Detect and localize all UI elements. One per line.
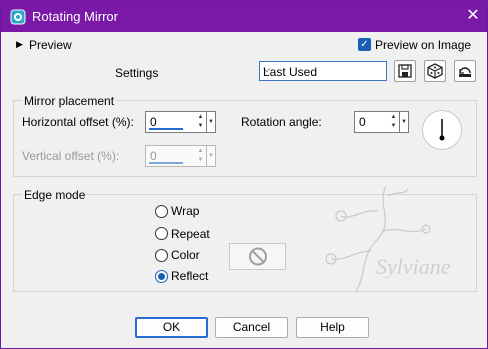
spin-up-down-icon[interactable]: ▲ ▼ <box>196 147 205 165</box>
no-entry-icon <box>249 247 267 266</box>
horizontal-offset-value: 0 <box>150 115 157 129</box>
reset-icon <box>459 67 471 77</box>
horizontal-offset-stepper[interactable]: 0 ▲ ▼ ▼ <box>145 111 216 133</box>
radio-wrap-label[interactable]: Wrap <box>171 204 199 218</box>
chevron-down-icon: ⌵ <box>263 64 271 75</box>
radio-wrap[interactable] <box>155 205 168 218</box>
radio-color-label[interactable]: Color <box>171 248 200 262</box>
expand-arrow-icon[interactable]: ▶ <box>16 39 23 50</box>
slider-dropdown-icon[interactable]: ▼ <box>206 112 215 132</box>
horizontal-offset-label: Horizontal offset (%): <box>22 115 134 129</box>
mirror-placement-heading: Mirror placement <box>22 94 117 108</box>
dialog-window: Rotating Mirror ✕ ▶ Preview ✓ Preview on… <box>0 0 488 349</box>
ok-button[interactable]: OK <box>135 317 208 338</box>
cancel-button[interactable]: Cancel <box>215 317 288 338</box>
radio-reflect-label[interactable]: Reflect <box>171 269 208 283</box>
vertical-offset-slider-track[interactable] <box>149 162 183 164</box>
settings-label: Settings <box>115 66 159 80</box>
reset-button[interactable] <box>454 60 476 82</box>
horizontal-offset-slider-track[interactable] <box>149 128 183 130</box>
randomize-button[interactable] <box>424 60 446 82</box>
slider-dropdown-icon[interactable]: ▼ <box>399 112 408 132</box>
title-bar[interactable]: Rotating Mirror ✕ <box>1 1 487 32</box>
dice-icon <box>427 63 443 79</box>
preview-toggle[interactable]: Preview <box>29 38 72 52</box>
rotation-dial[interactable] <box>422 110 462 150</box>
vertical-offset-stepper[interactable]: 0 ▲ ▼ ▼ <box>145 145 216 167</box>
settings-dropdown[interactable]: Last Used ⌵ <box>259 61 387 81</box>
radio-repeat-label[interactable]: Repeat <box>171 227 210 241</box>
window-title: Rotating Mirror <box>32 9 118 24</box>
close-icon[interactable]: ✕ <box>461 5 485 27</box>
spin-up-down-icon[interactable]: ▲ ▼ <box>389 113 398 131</box>
radio-repeat[interactable] <box>155 227 168 240</box>
vertical-offset-value: 0 <box>150 149 157 163</box>
radio-reflect[interactable] <box>155 270 168 283</box>
save-preset-button[interactable] <box>394 60 416 82</box>
rotation-angle-label: Rotation angle: <box>241 115 322 129</box>
help-button[interactable]: Help <box>296 317 369 338</box>
preview-on-image-checkbox[interactable]: ✓ <box>358 38 371 51</box>
watermark-flourish-icon <box>325 185 431 292</box>
edge-color-swatch[interactable] <box>229 243 286 270</box>
watermark-text: Sylviane <box>376 254 451 279</box>
rotation-angle-stepper[interactable]: 0 ▲ ▼ ▼ <box>354 111 409 133</box>
dial-pointer-icon <box>439 119 445 141</box>
preview-on-image-label[interactable]: Preview on Image <box>375 38 471 52</box>
slider-dropdown-icon[interactable]: ▼ <box>206 146 215 166</box>
app-icon <box>10 9 26 25</box>
rotation-angle-value: 0 <box>359 115 366 129</box>
save-icon <box>398 64 412 78</box>
vertical-offset-label: Vertical offset (%): <box>22 149 120 163</box>
spin-up-down-icon[interactable]: ▲ ▼ <box>196 113 205 131</box>
radio-color[interactable] <box>155 249 168 262</box>
edge-mode-heading: Edge mode <box>22 188 88 202</box>
